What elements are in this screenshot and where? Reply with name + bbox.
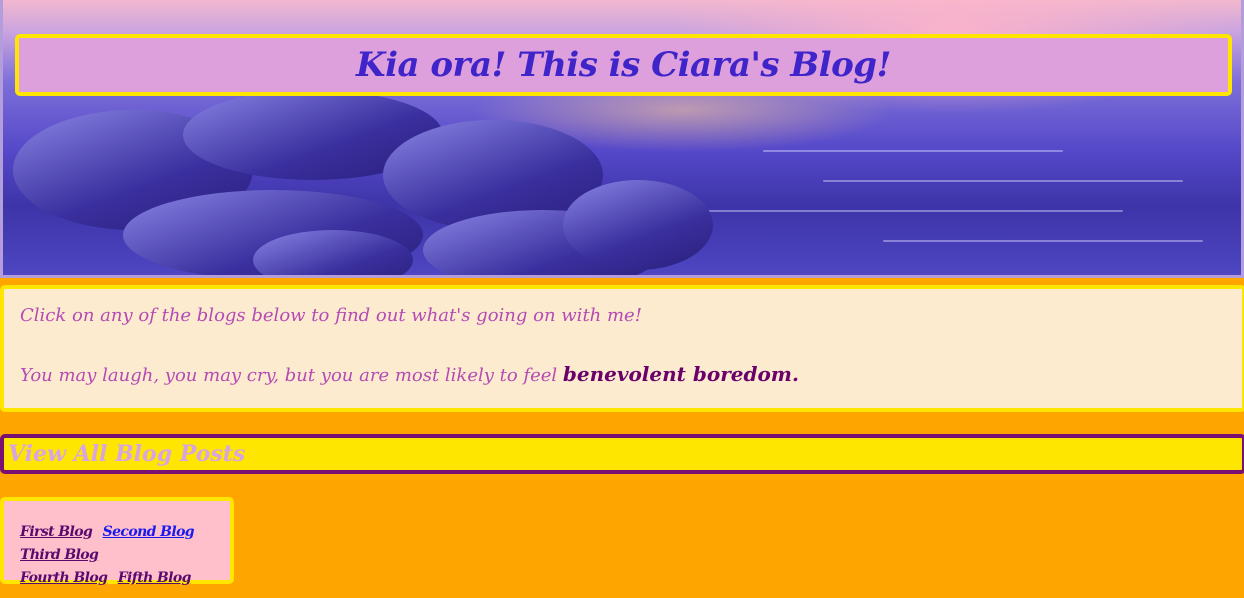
blog-link-second[interactable]: Second Blog xyxy=(103,524,195,540)
intro-emphasis: benevolent boredom. xyxy=(562,362,799,386)
view-all-blog-posts-heading[interactable]: View All Blog Posts xyxy=(8,441,245,467)
blog-link-fifth[interactable]: Fifth Blog xyxy=(118,570,192,586)
view-all-blog-posts-bar[interactable]: View All Blog Posts xyxy=(0,434,1244,474)
intro-line-2: You may laugh, you may cry, but you are … xyxy=(20,362,1226,386)
intro-line-1: Click on any of the blogs below to find … xyxy=(20,305,642,326)
blog-link-third[interactable]: Third Blog xyxy=(20,547,99,563)
blog-links-panel: First Blog Second Blog Third Blog Fourth… xyxy=(0,497,234,586)
blog-link-fourth[interactable]: Fourth Blog xyxy=(20,570,108,586)
blog-links-list: First Blog Second Blog Third Blog Fourth… xyxy=(20,521,214,590)
page-title: Kia ora! This is Ciara's Blog! xyxy=(356,45,891,85)
intro-panel: Click on any of the blogs below to find … xyxy=(0,285,1244,412)
blog-link-first[interactable]: First Blog xyxy=(20,524,93,540)
intro-line-2-text: You may laugh, you may cry, but you are … xyxy=(20,365,563,386)
blog-title-banner: Kia ora! This is Ciara's Blog! xyxy=(15,34,1232,96)
